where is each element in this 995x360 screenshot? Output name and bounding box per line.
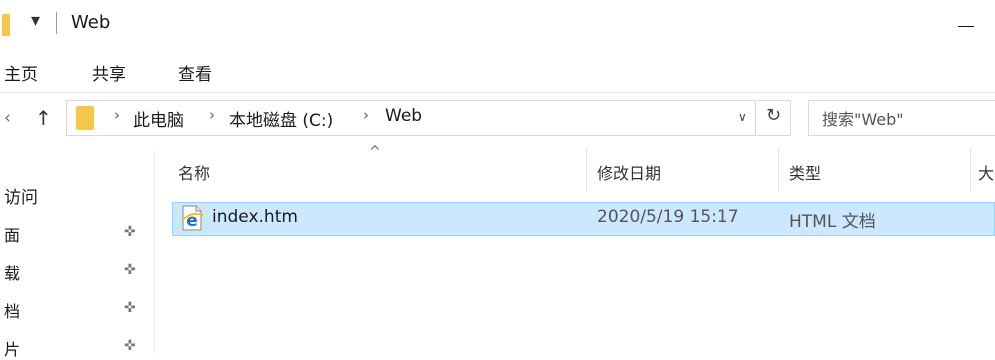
column-header-type[interactable]: 类型 — [789, 160, 821, 184]
column-header-modified[interactable]: 修改日期 — [597, 160, 661, 184]
window-title: Web — [71, 12, 111, 33]
column-divider[interactable] — [778, 148, 779, 192]
minimize-icon[interactable] — [958, 26, 974, 27]
tab-home[interactable]: 主页 — [4, 60, 38, 85]
search-placeholder: 搜索"Web" — [822, 110, 904, 129]
quick-access-toolbar-dropdown[interactable]: ▾ — [31, 10, 40, 31]
sidebar-item-downloads[interactable]: 载 — [4, 260, 20, 284]
column-divider[interactable] — [970, 148, 971, 192]
tab-view[interactable]: 查看 — [178, 60, 212, 85]
breadcrumb-separator[interactable]: › — [209, 106, 215, 124]
pin-icon: ✜ — [124, 338, 136, 354]
breadcrumb-separator[interactable]: › — [363, 106, 369, 124]
column-divider[interactable] — [586, 148, 587, 192]
ie-html-icon: e — [181, 205, 204, 231]
breadcrumb-web[interactable]: Web — [385, 106, 422, 126]
sidebar-quick-access[interactable]: 访问 — [4, 183, 38, 208]
sort-ascending-icon: ^ — [369, 144, 381, 160]
chevron-down-icon[interactable]: ∨ — [738, 110, 747, 124]
pin-icon: ✜ — [124, 262, 136, 278]
folder-icon — [2, 14, 10, 36]
breadcrumb-local-disk[interactable]: 本地磁盘 (C:) — [229, 106, 333, 131]
refresh-icon[interactable]: ↻ — [766, 105, 781, 126]
column-header-size[interactable]: 大 — [978, 160, 994, 184]
column-header-name[interactable]: 名称 — [178, 160, 210, 184]
tab-share[interactable]: 共享 — [92, 60, 126, 85]
sidebar-divider — [154, 150, 155, 353]
file-type: HTML 文档 — [789, 212, 876, 232]
sidebar-item-desktop[interactable]: 面 — [4, 222, 20, 246]
file-name[interactable]: index.htm — [212, 207, 298, 227]
up-arrow-icon[interactable]: ↑ — [35, 106, 52, 130]
pin-icon: ✜ — [124, 224, 136, 240]
breadcrumb-this-pc[interactable]: 此电脑 — [133, 106, 184, 131]
title-separator — [56, 12, 57, 34]
breadcrumb-separator[interactable]: › — [114, 106, 120, 124]
address-folder-icon — [76, 106, 94, 130]
sidebar-item-pictures[interactable]: 片 — [4, 336, 20, 360]
pin-icon: ✜ — [124, 300, 136, 316]
ribbon-divider — [0, 92, 995, 93]
back-icon[interactable]: ‹ — [4, 108, 11, 128]
sidebar-item-documents[interactable]: 档 — [4, 298, 20, 322]
file-modified: 2020/5/19 15:17 — [597, 207, 739, 227]
